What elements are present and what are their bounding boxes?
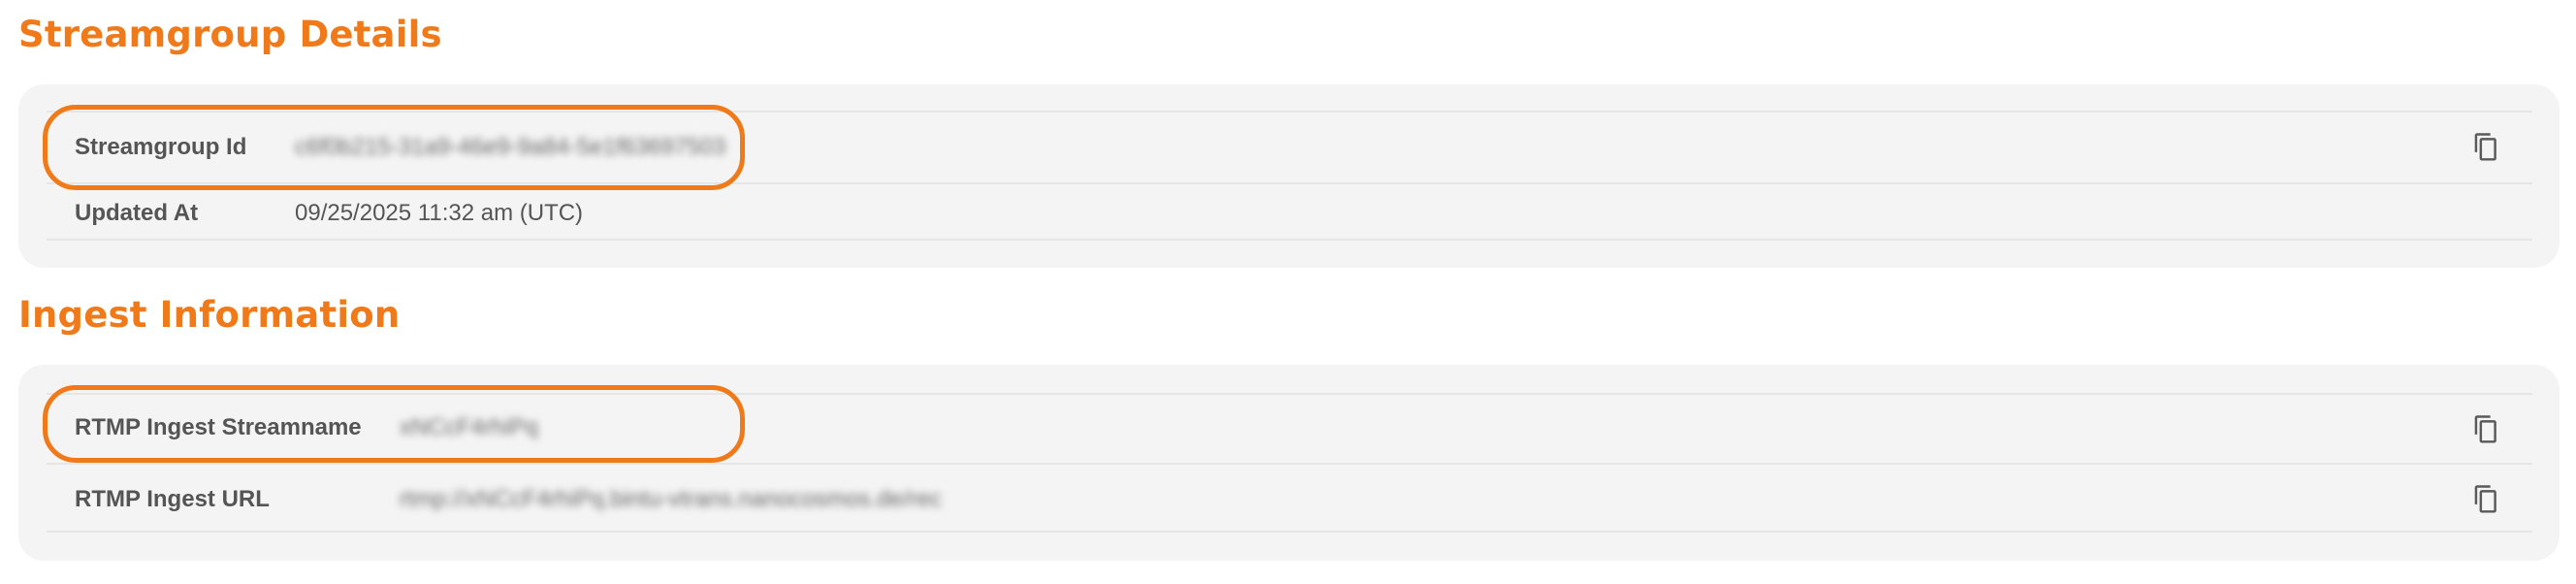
section-title-ingest-information: Ingest Information: [18, 294, 401, 336]
copy-icon: [2474, 133, 2496, 161]
rtmp-ingest-url-value[interactable]: rtmp://xNCcF4rhiPq.bintu-vtrans.nanocosm…: [400, 486, 942, 513]
updated-at-label: Updated At: [75, 200, 199, 226]
row-updated-at: Updated At 09/25/2025 11:32 am (UTC): [47, 182, 2532, 241]
copy-rtmp-ingest-streamname-button[interactable]: [2470, 413, 2503, 446]
highlight-ring-streamgroup-id: [43, 105, 745, 190]
copy-streamgroup-id-button[interactable]: [2470, 131, 2503, 164]
rtmp-ingest-url-label: RTMP Ingest URL: [75, 486, 270, 512]
copy-icon: [2474, 415, 2496, 443]
copy-icon: [2474, 485, 2496, 513]
section-title-streamgroup-details: Streamgroup Details: [18, 14, 442, 55]
copy-rtmp-ingest-url-button[interactable]: [2470, 483, 2503, 516]
highlight-ring-rtmp-ingest-streamname: [43, 385, 745, 463]
row-rtmp-ingest-url: RTMP Ingest URL rtmp://xNCcF4rhiPq.bintu…: [47, 463, 2532, 533]
updated-at-value: 09/25/2025 11:32 am (UTC): [295, 200, 584, 226]
page: Streamgroup Details Streamgroup Id c6f0b…: [0, 0, 2576, 584]
